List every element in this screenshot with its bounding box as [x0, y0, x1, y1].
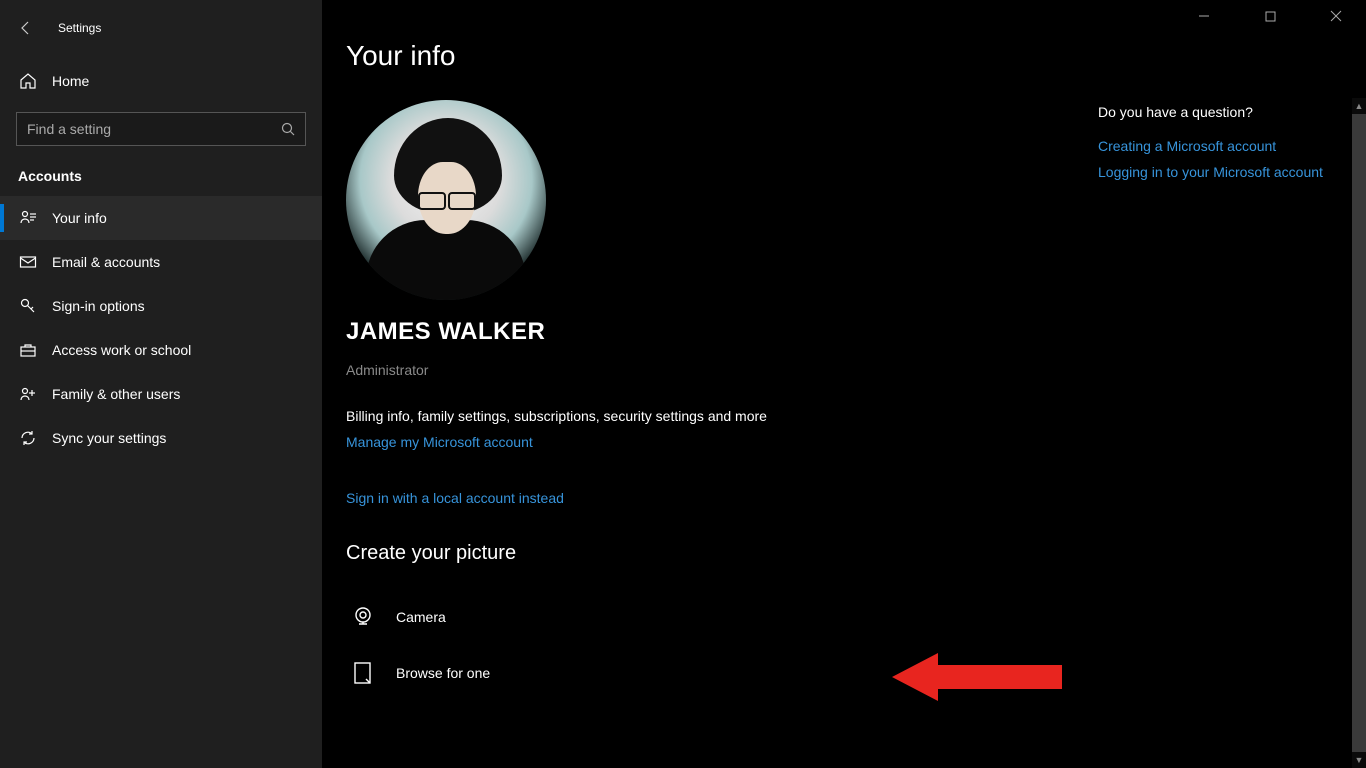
home-label: Home: [52, 73, 89, 89]
help-link-create-account[interactable]: Creating a Microsoft account: [1098, 138, 1338, 154]
settings-window: Settings Home Accounts Your info: [0, 0, 1366, 768]
search-container: [0, 102, 322, 160]
sidebar-item-label: Your info: [52, 210, 107, 226]
local-account-link[interactable]: Sign in with a local account instead: [346, 490, 564, 506]
search-icon: [281, 122, 295, 136]
sidebar-item-label: Email & accounts: [52, 254, 160, 270]
sidebar: Settings Home Accounts Your info: [0, 0, 322, 768]
scroll-down-icon[interactable]: ▼: [1352, 752, 1366, 768]
browse-label: Browse for one: [396, 665, 490, 681]
sidebar-item-signin-options[interactable]: Sign-in options: [0, 284, 322, 328]
avatar-image: [346, 100, 546, 300]
maximize-button[interactable]: [1252, 0, 1288, 32]
content-inner: Your info JAMES WALKER Administrator Bil…: [322, 0, 1062, 701]
titlebar-controls: [1186, 0, 1354, 32]
sidebar-item-sync-settings[interactable]: Sync your settings: [0, 416, 322, 460]
camera-label: Camera: [396, 609, 446, 625]
billing-description: Billing info, family settings, subscript…: [346, 408, 1062, 424]
briefcase-icon: [18, 341, 38, 359]
sidebar-item-label: Sign-in options: [52, 298, 145, 314]
help-link-login-account[interactable]: Logging in to your Microsoft account: [1098, 164, 1338, 180]
manage-account-link[interactable]: Manage my Microsoft account: [346, 434, 533, 450]
user-name: JAMES WALKER: [346, 318, 1062, 346]
sidebar-item-access-work-school[interactable]: Access work or school: [0, 328, 322, 372]
category-label: Accounts: [0, 160, 322, 196]
home-icon: [18, 72, 38, 90]
scrollbar-thumb[interactable]: [1352, 114, 1366, 752]
avatar: [346, 100, 546, 300]
camera-action[interactable]: Camera: [346, 589, 1062, 645]
scrollbar[interactable]: ▲ ▼: [1352, 98, 1366, 768]
search-input[interactable]: [16, 112, 306, 146]
help-title: Do you have a question?: [1098, 104, 1338, 120]
sidebar-item-family-users[interactable]: Family & other users: [0, 372, 322, 416]
camera-icon: [346, 604, 380, 630]
browse-action[interactable]: Browse for one: [346, 645, 1062, 701]
mail-icon: [18, 253, 38, 271]
sidebar-header: Settings: [0, 8, 322, 48]
back-button[interactable]: [18, 20, 34, 36]
sidebar-item-label: Family & other users: [52, 386, 180, 402]
nav-list: Your info Email & accounts Sign-in optio…: [0, 196, 322, 460]
search-field[interactable]: [27, 121, 281, 137]
key-icon: [18, 297, 38, 315]
page-title: Your info: [346, 40, 1062, 72]
window-title: Settings: [58, 21, 101, 35]
home-button[interactable]: Home: [0, 60, 322, 102]
sidebar-item-email-accounts[interactable]: Email & accounts: [0, 240, 322, 284]
close-button[interactable]: [1318, 0, 1354, 32]
sidebar-item-label: Access work or school: [52, 342, 191, 358]
sidebar-item-your-info[interactable]: Your info: [0, 196, 322, 240]
user-role: Administrator: [346, 362, 1062, 378]
person-icon: [18, 209, 38, 227]
file-icon: [346, 660, 380, 686]
scroll-up-icon[interactable]: ▲: [1352, 98, 1366, 114]
sync-icon: [18, 429, 38, 447]
sidebar-item-label: Sync your settings: [52, 430, 166, 446]
minimize-button[interactable]: [1186, 0, 1222, 32]
picture-section-title: Create your picture: [346, 542, 1062, 565]
help-panel: Do you have a question? Creating a Micro…: [1098, 104, 1338, 190]
people-icon: [18, 385, 38, 403]
main-content: Your info JAMES WALKER Administrator Bil…: [322, 0, 1366, 768]
